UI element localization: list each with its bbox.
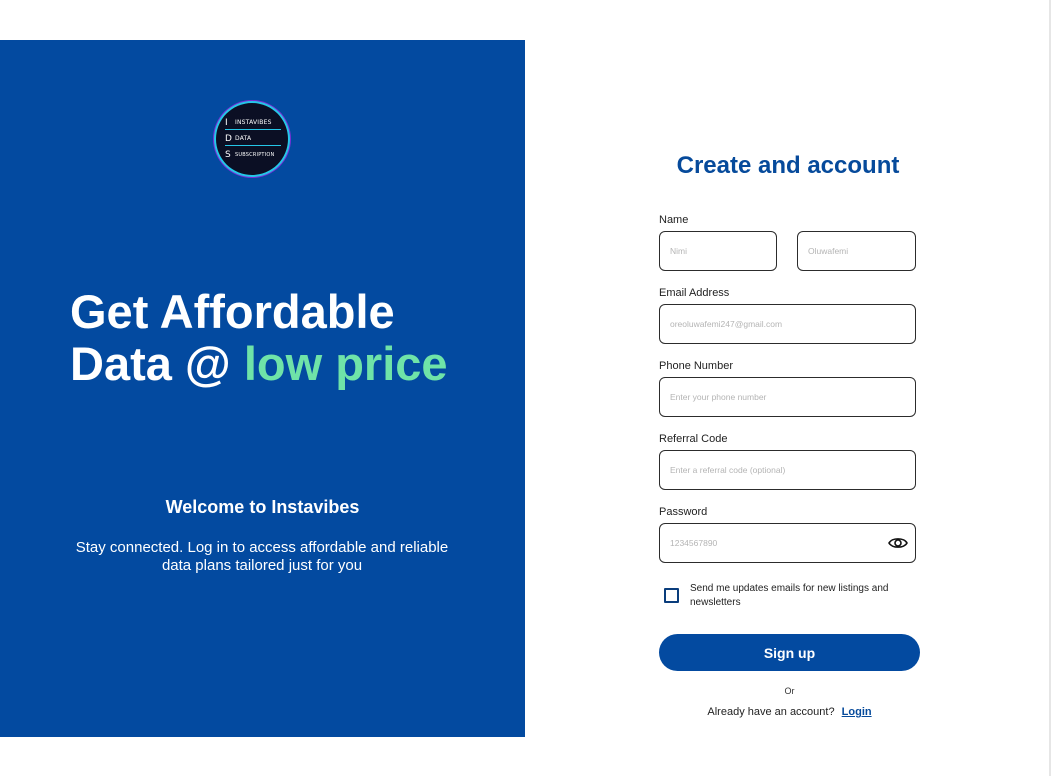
logo-letter: I xyxy=(225,117,228,128)
headline-line-1: Get Affordable xyxy=(70,285,395,338)
signup-button[interactable]: Sign up xyxy=(659,634,920,671)
scrollbar-edge xyxy=(1049,0,1051,776)
updates-checkbox-label: Send me updates emails for new listings … xyxy=(690,583,889,608)
logo-letter: S xyxy=(225,149,231,160)
first-name-input[interactable] xyxy=(659,231,777,271)
logo-letter: D xyxy=(225,133,232,144)
password-input[interactable] xyxy=(659,523,916,563)
referral-input[interactable] xyxy=(659,450,916,490)
name-label: Name xyxy=(659,214,689,226)
logo-row: S SUBSCRIPTION xyxy=(225,148,281,161)
phone-label: Phone Number xyxy=(659,360,733,372)
hero-panel: I INSTAVIBES D DATA S SUBSCRIPTION Get A… xyxy=(0,40,525,737)
updates-checkbox[interactable] xyxy=(664,588,679,603)
logo-word: INSTAVIBES xyxy=(235,118,272,126)
login-link[interactable]: Login xyxy=(842,706,872,718)
headline-accent: low price xyxy=(243,337,448,390)
referral-label: Referral Code xyxy=(659,433,728,445)
email-input[interactable] xyxy=(659,304,916,344)
phone-input[interactable] xyxy=(659,377,916,417)
logo-row: I INSTAVIBES xyxy=(225,116,281,130)
hero-subtitle: Stay connected. Log in to access afforda… xyxy=(75,539,449,574)
last-name-input[interactable] xyxy=(797,231,916,271)
logo-row: D DATA xyxy=(225,132,281,146)
instavibes-logo: I INSTAVIBES D DATA S SUBSCRIPTION xyxy=(216,103,288,175)
email-label: Email Address xyxy=(659,287,730,299)
headline-line-2-prefix: Data @ xyxy=(70,337,231,390)
login-prompt: Already have an account? xyxy=(707,706,835,718)
logo-word: SUBSCRIPTION xyxy=(235,151,275,158)
password-label: Password xyxy=(659,506,708,518)
welcome-heading: Welcome to Instavibes xyxy=(165,497,360,517)
logo-word: DATA xyxy=(235,134,252,142)
or-divider-text: Or xyxy=(784,686,795,696)
form-title: Create and account xyxy=(676,152,900,179)
login-prompt-row: Already have an account? Login xyxy=(659,706,920,718)
hero-headline: Get Affordable Data @ low price xyxy=(70,286,448,390)
eye-icon[interactable] xyxy=(887,534,909,552)
